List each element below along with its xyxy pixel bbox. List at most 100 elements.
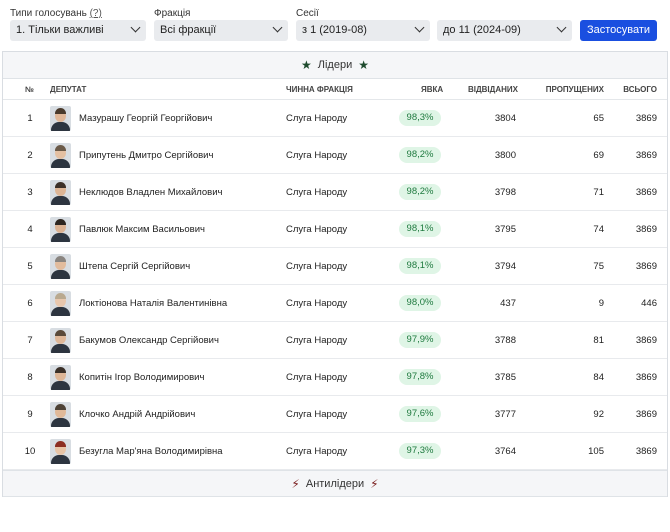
deputy-name[interactable]: Неклюдов Владлен Михайлович xyxy=(79,187,223,198)
deputy-name[interactable]: Безугла Мар'яна Володимирівна xyxy=(79,446,223,457)
vote-types-help-link[interactable]: (?) xyxy=(90,8,102,19)
missed-count: 71 xyxy=(593,187,604,198)
avatar[interactable] xyxy=(50,143,71,168)
attendance-badge: 98,0% xyxy=(399,295,441,311)
session-from-select[interactable]: з 1 (2019-08) xyxy=(296,20,430,41)
table-row[interactable]: 1 Мазурашу Георгій Георгійович Слуга Народ… xyxy=(3,100,667,137)
antileaders-title: Антилідери xyxy=(305,477,365,490)
vote-types-label: Типи голосувань (?) xyxy=(10,8,102,19)
table-row[interactable]: 7 Бакумов Олександр Сергійович Слуга Народ… xyxy=(3,322,667,359)
col-deputy: ДЕПУТАТ xyxy=(50,85,87,94)
avatar[interactable] xyxy=(50,402,71,427)
lightning-icon: ⚡ xyxy=(370,476,379,491)
deputy-name[interactable]: Локтіонова Наталія Валентинівна xyxy=(79,298,227,309)
deputy-name[interactable]: Мазурашу Георгій Георгійович xyxy=(79,113,212,124)
deputy-faction: Слуга Народу xyxy=(286,150,348,161)
avatar[interactable] xyxy=(50,365,71,390)
session-from-value: з 1 (2019-08) xyxy=(302,24,367,36)
vote-types-select[interactable]: 1. Тільки важливі xyxy=(10,20,146,41)
row-number: 6 xyxy=(27,298,33,309)
avatar[interactable] xyxy=(50,254,71,279)
total-count: 446 xyxy=(641,298,657,309)
faction-select[interactable]: Всі фракції xyxy=(154,20,288,41)
deputy-name[interactable]: Клочко Андрій Андрійович xyxy=(79,409,195,420)
total-count: 3869 xyxy=(635,409,657,420)
deputy-faction: Слуга Народу xyxy=(286,298,348,309)
table-row[interactable]: 6 Локтіонова Наталія Валентинівна Слуга На… xyxy=(3,285,667,322)
table-row[interactable]: 10 Безугла Мар'яна Володимирівна Слуга Нар… xyxy=(3,433,667,470)
deputy-name[interactable]: Штепа Сергій Сергійович xyxy=(79,261,190,272)
total-count: 3869 xyxy=(635,187,657,198)
avatar[interactable] xyxy=(50,180,71,205)
missed-count: 74 xyxy=(593,224,604,235)
attended-count: 3788 xyxy=(494,335,516,346)
table-row[interactable]: 4 Павлюк Максим Васильович Слуга Народу 98,… xyxy=(3,211,667,248)
attendance-badge: 98,1% xyxy=(399,221,441,237)
avatar[interactable] xyxy=(50,439,71,464)
missed-count: 9 xyxy=(598,298,604,309)
attendance-badge: 97,9% xyxy=(399,332,441,348)
missed-count: 81 xyxy=(593,335,604,346)
vote-types-value: 1. Тільки важливі xyxy=(16,24,104,36)
total-count: 3869 xyxy=(635,224,657,235)
attendance-badge: 98,2% xyxy=(399,184,441,200)
deputy-faction: Слуга Народу xyxy=(286,113,348,124)
lightning-icon: ⚡ xyxy=(291,476,300,491)
attended-count: 3795 xyxy=(494,224,516,235)
attendance-badge: 98,2% xyxy=(399,147,441,163)
table-header: № ДЕПУТАТ ЧИННА ФРАКЦІЯ ЯВКА ВІДВІДАНИХ … xyxy=(3,79,667,100)
apply-button[interactable]: Застосувати xyxy=(580,20,657,41)
star-icon: ★ xyxy=(358,58,369,72)
attendance-badge: 97,3% xyxy=(399,443,441,459)
attendance-badge: 97,8% xyxy=(399,369,441,385)
avatar[interactable] xyxy=(50,291,71,316)
table-row[interactable]: 9 Клочко Андрій Андрійович Слуга Народу 97,… xyxy=(3,396,667,433)
sessions-label: Сесії xyxy=(296,8,319,19)
attendance-panel: ★ Лідери ★ № ДЕПУТАТ ЧИННА ФРАКЦІЯ ЯВКА … xyxy=(2,51,668,497)
avatar[interactable] xyxy=(50,106,71,131)
deputy-faction: Слуга Народу xyxy=(286,372,348,383)
missed-count: 84 xyxy=(593,372,604,383)
attended-count: 3804 xyxy=(494,113,516,124)
star-icon: ★ xyxy=(301,58,312,72)
avatar[interactable] xyxy=(50,217,71,242)
deputy-faction: Слуга Народу xyxy=(286,335,348,346)
total-count: 3869 xyxy=(635,446,657,457)
chevron-down-icon xyxy=(272,22,283,33)
row-number: 4 xyxy=(27,224,33,235)
row-number: 5 xyxy=(27,261,33,272)
missed-count: 65 xyxy=(593,113,604,124)
deputy-name[interactable]: Павлюк Максим Васильович xyxy=(79,224,205,235)
deputy-faction: Слуга Народу xyxy=(286,187,348,198)
col-missed: ПРОПУЩЕНИХ xyxy=(545,85,604,94)
deputy-name[interactable]: Бакумов Олександр Сергійович xyxy=(79,335,219,346)
avatar[interactable] xyxy=(50,328,71,353)
session-to-select[interactable]: до 11 (2024-09) xyxy=(437,20,572,41)
row-number: 2 xyxy=(27,150,33,161)
attended-count: 3800 xyxy=(494,150,516,161)
leaders-header: ★ Лідери ★ xyxy=(3,52,667,79)
faction-value: Всі фракції xyxy=(160,24,217,36)
missed-count: 105 xyxy=(588,446,604,457)
table-row[interactable]: 3 Неклюдов Владлен Михайлович Слуга Народу… xyxy=(3,174,667,211)
total-count: 3869 xyxy=(635,335,657,346)
col-total: ВСЬОГО xyxy=(623,85,657,94)
deputy-name[interactable]: Припутень Дмитро Сергійович xyxy=(79,150,213,161)
faction-label: Фракція xyxy=(154,8,191,19)
leaders-table-body: 1 Мазурашу Георгій Георгійович Слуга Народ… xyxy=(3,100,667,470)
total-count: 3869 xyxy=(635,150,657,161)
deputy-faction: Слуга Народу xyxy=(286,409,348,420)
table-row[interactable]: 5 Штепа Сергій Сергійович Слуга Народу 98,1… xyxy=(3,248,667,285)
antileaders-header[interactable]: ⚡ Антилідери ⚡ xyxy=(3,470,667,497)
table-row[interactable]: 2 Припутень Дмитро Сергійович Слуга Народу… xyxy=(3,137,667,174)
chevron-down-icon xyxy=(130,22,141,33)
attended-count: 3764 xyxy=(494,446,516,457)
table-row[interactable]: 8 Копитін Ігор Володимирович Слуга Народу 9… xyxy=(3,359,667,396)
deputy-name[interactable]: Копитін Ігор Володимирович xyxy=(79,372,204,383)
total-count: 3869 xyxy=(635,372,657,383)
attended-count: 3785 xyxy=(494,372,516,383)
col-attended: ВІДВІДАНИХ xyxy=(467,85,518,94)
row-number: 8 xyxy=(27,372,33,383)
col-attendance: ЯВКА xyxy=(421,85,444,94)
filters-bar: Типи голосувань (?) 1. Тільки важливі Фр… xyxy=(0,0,670,48)
